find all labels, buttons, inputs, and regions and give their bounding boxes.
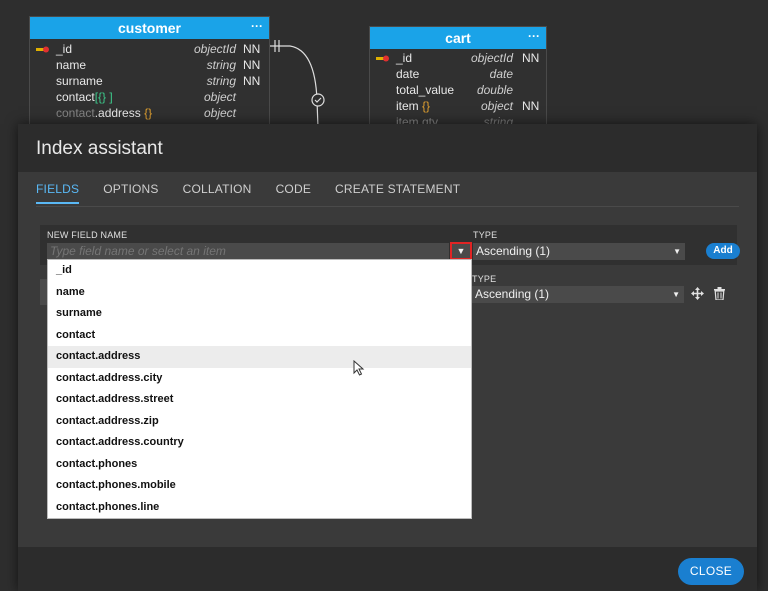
cart-table[interactable]: cart ··· _id objectId NN date date total… (369, 26, 547, 129)
type-select[interactable]: Ascending (1) ▼ (473, 243, 685, 260)
list-item[interactable]: contact.address.zip (48, 411, 471, 433)
field-name: date (396, 67, 420, 81)
list-item[interactable]: contact.address.city (48, 368, 471, 390)
chevron-down-icon: ▼ (672, 290, 680, 299)
field-type: string (206, 58, 236, 72)
list-item[interactable]: contact (48, 325, 471, 347)
field-type: object (480, 99, 513, 113)
index-field-type-value: Ascending (1) (475, 287, 550, 301)
field-name: contact.address {} (56, 106, 153, 120)
field-type: double (476, 83, 513, 97)
customer-table-header[interactable]: customer ··· (30, 17, 269, 39)
move-icon[interactable] (691, 287, 704, 300)
cart-field-row[interactable]: date date (370, 66, 546, 82)
field-nn: NN (522, 99, 540, 113)
index-field-type-select[interactable]: Ascending (1) ▼ (472, 286, 684, 303)
customer-field-row[interactable]: _id objectId NN (30, 41, 269, 57)
cart-field-row[interactable]: _id objectId NN (370, 50, 546, 66)
new-field-name-label: NEW FIELD NAME (47, 230, 128, 240)
dialog-title: Index assistant (18, 124, 757, 172)
list-item[interactable]: contact.phones.mobile (48, 475, 471, 497)
field-nn: NN (243, 58, 261, 72)
field-nn: NN (243, 42, 261, 56)
field-name: contact[{} ] (56, 90, 113, 104)
field-suggestion-list: _id name surname contact contact.address… (47, 259, 472, 519)
customer-field-row[interactable]: contact[{} ] object (30, 89, 269, 105)
cart-field-row[interactable]: total_value double (370, 82, 546, 98)
chevron-down-icon: ▼ (673, 247, 681, 256)
field-type: objectId (470, 51, 513, 65)
index-field-type-label: TYPE (472, 274, 497, 284)
field-type: object (203, 90, 236, 104)
list-item[interactable]: contact.address.country (48, 432, 471, 454)
dialog-footer (18, 547, 757, 591)
field-name: item {} (396, 99, 431, 113)
field-name: _id (396, 51, 413, 65)
more-dots-icon[interactable]: ··· (251, 15, 263, 37)
list-item[interactable]: contact.phones (48, 454, 471, 476)
add-button[interactable]: Add (706, 243, 740, 259)
tab-create-statement[interactable]: CREATE STATEMENT (335, 182, 460, 204)
list-item[interactable]: contact.phones.line (48, 497, 471, 519)
list-item[interactable]: name (48, 282, 471, 304)
customer-table-title: customer (117, 20, 182, 36)
customer-field-row[interactable]: surname string NN (30, 73, 269, 89)
tab-options[interactable]: OPTIONS (103, 182, 158, 204)
tab-code[interactable]: CODE (276, 182, 311, 204)
field-name: total_value (396, 83, 455, 97)
tab-collation[interactable]: COLLATION (183, 182, 252, 204)
field-type: string (206, 74, 236, 88)
field-name: surname (56, 74, 103, 88)
cart-table-header[interactable]: cart ··· (370, 27, 546, 49)
field-type: object (203, 106, 236, 120)
field-dropdown-toggle[interactable]: ▼ (450, 242, 472, 260)
list-item[interactable]: surname (48, 303, 471, 325)
field-name: name (56, 58, 87, 72)
tab-divider (36, 206, 739, 207)
close-button[interactable]: CLOSE (678, 558, 744, 585)
list-item[interactable]: contact.address (48, 346, 471, 368)
customer-field-row[interactable]: name string NN (30, 57, 269, 73)
dialog-tabs: FIELDS OPTIONS COLLATION CODE CREATE STA… (36, 182, 484, 204)
customer-field-row[interactable]: contact.address {} object (30, 105, 269, 121)
new-field-name-input[interactable] (47, 243, 449, 260)
trash-icon[interactable] (714, 287, 725, 300)
cart-table-title: cart (445, 30, 471, 46)
type-label: TYPE (473, 230, 498, 240)
customer-table[interactable]: customer ··· _id objectId NN name string… (29, 16, 270, 126)
tab-fields[interactable]: FIELDS (36, 182, 80, 204)
more-dots-icon[interactable]: ··· (528, 25, 540, 47)
list-item[interactable]: contact.address.street (48, 389, 471, 411)
list-item[interactable]: _id (48, 260, 471, 282)
primary-key-icon (376, 55, 389, 62)
field-type: objectId (193, 42, 236, 56)
field-type: date (489, 67, 513, 81)
primary-key-icon (36, 46, 49, 53)
field-nn: NN (522, 51, 540, 65)
chevron-down-icon: ▼ (456, 246, 466, 256)
mouse-cursor-icon (353, 360, 365, 376)
cart-field-row[interactable]: item {} object NN (370, 98, 546, 114)
field-name: _id (56, 42, 73, 56)
type-select-value: Ascending (1) (476, 244, 551, 258)
field-nn: NN (243, 74, 261, 88)
